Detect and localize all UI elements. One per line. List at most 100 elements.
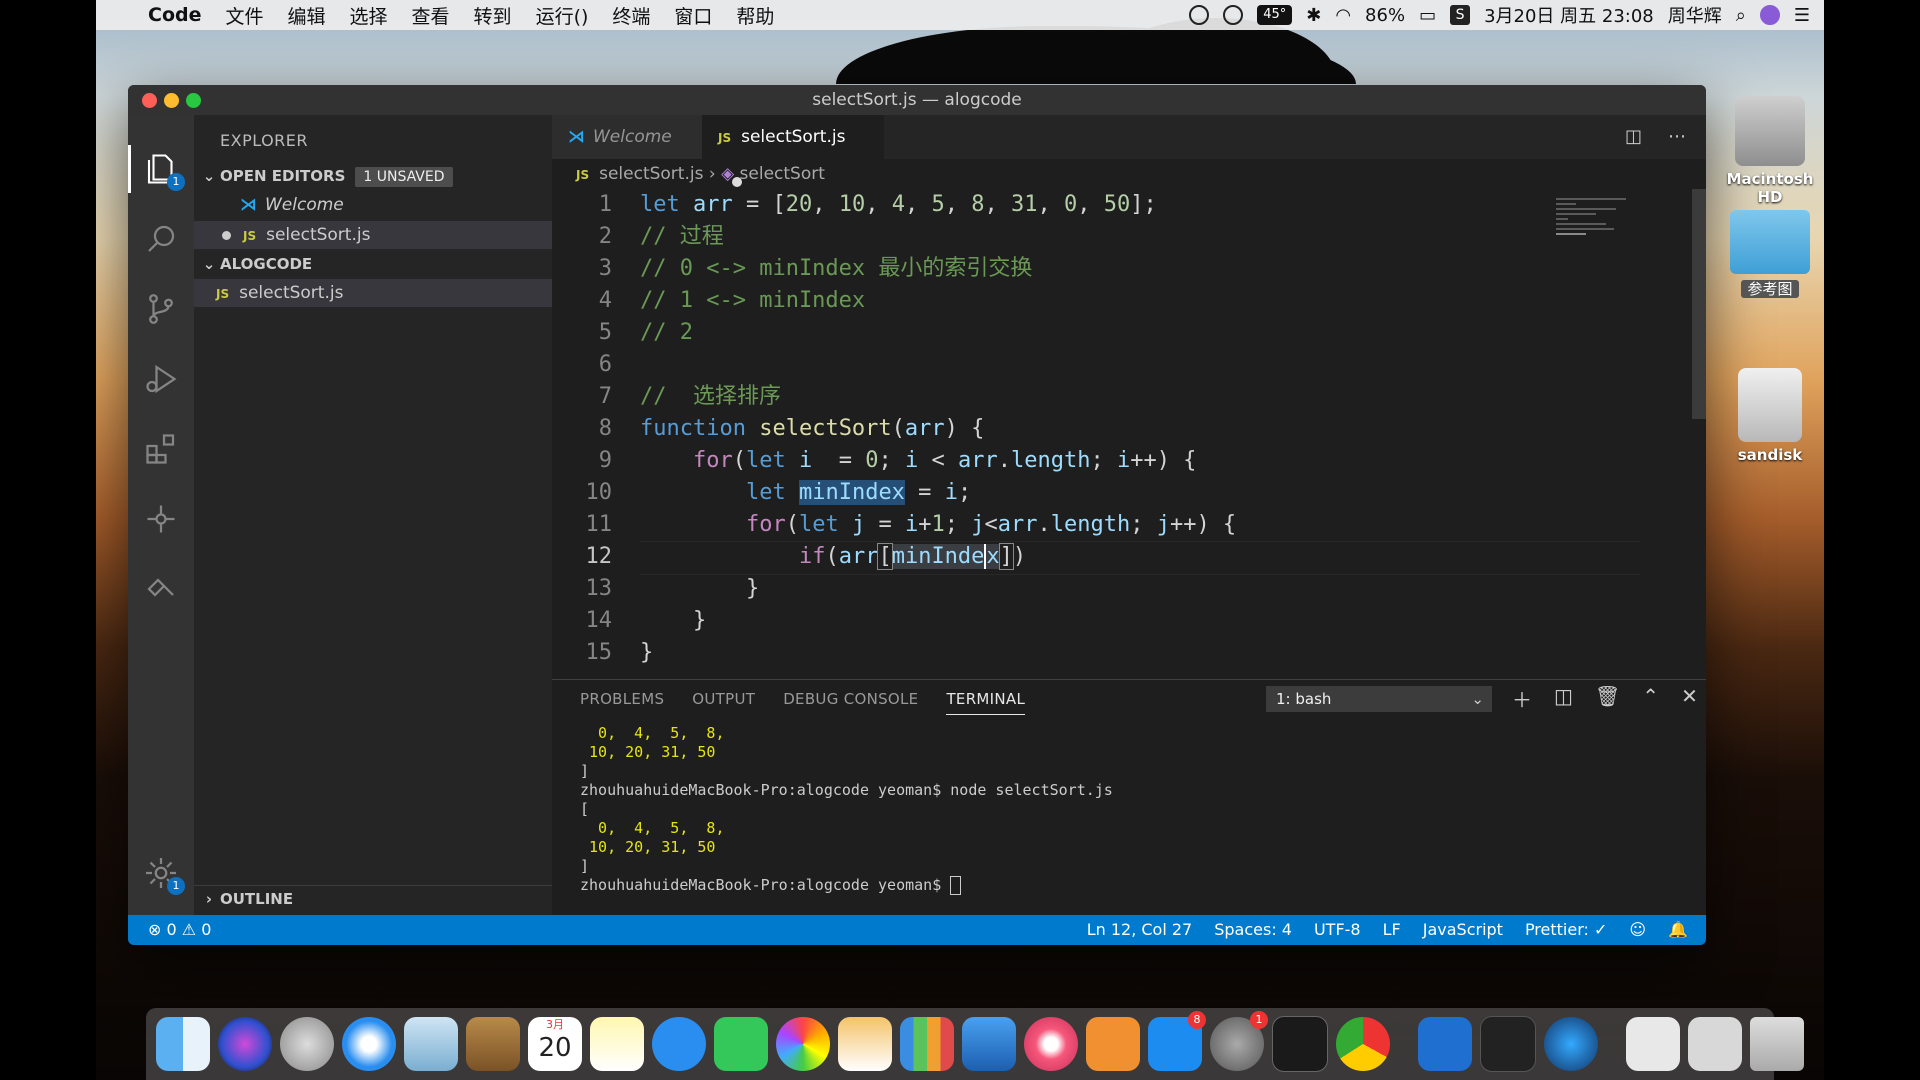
feedback-icon[interactable]: ☺ [1629, 915, 1646, 945]
music-icon[interactable] [1024, 1017, 1078, 1071]
more-actions-icon[interactable]: ⋯ [1668, 115, 1686, 159]
minimize-window-button[interactable] [164, 93, 179, 108]
contacts-icon[interactable] [466, 1017, 520, 1071]
minimap[interactable] [1556, 195, 1646, 255]
terminal-select[interactable]: 1: bash ⌄ [1266, 686, 1492, 712]
tab-output[interactable]: OUTPUT [692, 690, 755, 715]
finder-icon[interactable] [156, 1017, 210, 1071]
menu-app-name[interactable]: Code [148, 4, 201, 26]
desktop-folder[interactable]: 参考图 [1720, 210, 1820, 299]
split-terminal-icon[interactable]: ◫ [1554, 684, 1573, 713]
vscode-icon[interactable] [1418, 1017, 1472, 1071]
battery-icon[interactable]: ▭ [1419, 5, 1436, 26]
prettier-status[interactable]: Prettier: ✓ [1525, 915, 1607, 945]
record-icon[interactable] [1189, 5, 1210, 25]
notes-icon[interactable] [590, 1017, 644, 1071]
run-debug-icon[interactable] [143, 361, 179, 397]
battery-percent[interactable]: 86% [1365, 5, 1405, 26]
tab-problems[interactable]: PROBLEMS [580, 690, 664, 715]
pages-icon[interactable] [838, 1017, 892, 1071]
quicktime-icon[interactable] [1544, 1017, 1598, 1071]
zoom-window-button[interactable] [186, 93, 201, 108]
trash-icon[interactable] [1750, 1017, 1804, 1071]
editor-scrollbar[interactable] [1692, 189, 1706, 419]
tab-selectsort[interactable]: JS selectSort.js [702, 115, 884, 187]
problems-indicator[interactable]: ⊗ 0 ⚠ 0 [148, 915, 211, 945]
bluetooth-icon[interactable]: ✱ [1306, 5, 1321, 26]
menu-file[interactable]: 文件 [225, 2, 263, 29]
safari-icon[interactable] [342, 1017, 396, 1071]
new-terminal-icon[interactable]: ＋ [1512, 684, 1532, 713]
breadcrumb-file[interactable]: selectSort.js [599, 164, 703, 184]
menu-terminal[interactable]: 终端 [612, 2, 650, 29]
split-editor-icon[interactable]: ◫ [1625, 115, 1642, 159]
encoding[interactable]: UTF-8 [1314, 915, 1361, 945]
code-line: 4// 1 <-> minIndex [598, 288, 866, 313]
indentation[interactable]: Spaces: 4 [1214, 915, 1292, 945]
open-editor-selectsort[interactable]: JS selectSort.js [194, 221, 552, 249]
close-panel-icon[interactable]: ✕ [1681, 684, 1698, 713]
calendar-icon[interactable]: 3月 20 [528, 1017, 582, 1071]
keynote-icon[interactable] [962, 1017, 1016, 1071]
input-method-icon[interactable]: S [1450, 5, 1471, 25]
menu-run[interactable]: 运行() [536, 2, 589, 29]
open-editor-welcome[interactable]: ⋊ Welcome [194, 191, 552, 219]
photos-icon[interactable] [776, 1017, 830, 1071]
temperature-indicator[interactable]: 45° [1257, 5, 1293, 25]
facetime-icon[interactable] [714, 1017, 768, 1071]
notification-center-icon[interactable]: ☰ [1794, 5, 1810, 26]
explorer-icon[interactable]: 1 [143, 151, 185, 191]
live-share-icon[interactable] [143, 571, 179, 607]
menu-help[interactable]: 帮助 [736, 2, 774, 29]
recent-document-icon[interactable] [1626, 1017, 1680, 1071]
breadcrumb-symbol[interactable]: selectSort [740, 164, 825, 184]
siri-icon[interactable] [1759, 5, 1780, 25]
mail-icon[interactable] [404, 1017, 458, 1071]
system-preferences-icon[interactable]: 1 [1210, 1011, 1268, 1071]
desktop-sandisk[interactable]: sandisk [1720, 368, 1820, 464]
numbers-icon[interactable] [900, 1017, 954, 1071]
menu-selection[interactable]: 选择 [350, 2, 388, 29]
cursor-position[interactable]: Ln 12, Col 27 [1087, 915, 1193, 945]
file-selectsort[interactable]: JS selectSort.js [194, 279, 552, 307]
books-icon[interactable] [1086, 1017, 1140, 1071]
language-mode[interactable]: JavaScript [1423, 915, 1503, 945]
messages-icon[interactable] [652, 1017, 706, 1071]
notifications-bell-icon[interactable]: 🔔 [1668, 915, 1688, 945]
search-icon[interactable] [143, 221, 179, 257]
app-store-icon[interactable]: 8 [1148, 1011, 1206, 1071]
terminal-icon[interactable] [1272, 1016, 1328, 1072]
downloads-stack-icon[interactable] [1688, 1017, 1742, 1071]
user-name[interactable]: 周华辉 [1668, 2, 1722, 28]
siri-icon[interactable] [218, 1017, 272, 1071]
open-editors-section[interactable]: ⌄ OPEN EDITORS 1 UNSAVED [194, 163, 552, 189]
tab-terminal[interactable]: TERMINAL [946, 690, 1026, 715]
maximize-panel-icon[interactable]: ⌃ [1642, 684, 1659, 713]
menu-view[interactable]: 查看 [412, 2, 450, 29]
alogcode-folder-section[interactable]: ⌄ ALOGCODE [194, 251, 552, 277]
folder-icon [1730, 210, 1810, 274]
settings-gear-icon[interactable]: 1 [143, 855, 185, 895]
spotlight-search-icon[interactable]: ⌕ [1736, 5, 1746, 26]
kill-terminal-icon[interactable]: 🗑 [1595, 684, 1620, 713]
clock[interactable]: 3月20日 周五 23:08 [1484, 2, 1654, 28]
code-editor[interactable]: 1 let arr = [20, 10, 4, 5, 8, 31, 0, 50];… [552, 189, 1706, 679]
outline-section[interactable]: › OUTLINE [194, 885, 552, 912]
launchpad-icon[interactable] [280, 1017, 334, 1071]
vpn-icon[interactable] [1223, 5, 1244, 25]
iterm-icon[interactable] [1480, 1016, 1536, 1072]
source-control-icon[interactable] [143, 291, 179, 327]
desktop-macintosh-hd[interactable]: Macintosh HD [1720, 96, 1820, 206]
line-ending[interactable]: LF [1383, 915, 1401, 945]
extensions-icon[interactable] [143, 431, 179, 467]
wifi-icon[interactable]: ◠ [1335, 5, 1351, 26]
menu-window[interactable]: 窗口 [674, 2, 712, 29]
chrome-icon[interactable] [1336, 1017, 1390, 1071]
remote-explorer-icon[interactable] [143, 501, 179, 537]
terminal-output[interactable]: 0, 4, 5, 8, 10, 20, 31, 50 ] zhouhuahuid… [580, 724, 1113, 895]
tab-debug-console[interactable]: DEBUG CONSOLE [783, 690, 918, 715]
menu-go[interactable]: 转到 [474, 2, 512, 29]
menu-edit[interactable]: 编辑 [288, 2, 326, 29]
code-line: 7// 选择排序 [598, 384, 781, 409]
close-window-button[interactable] [142, 93, 157, 108]
